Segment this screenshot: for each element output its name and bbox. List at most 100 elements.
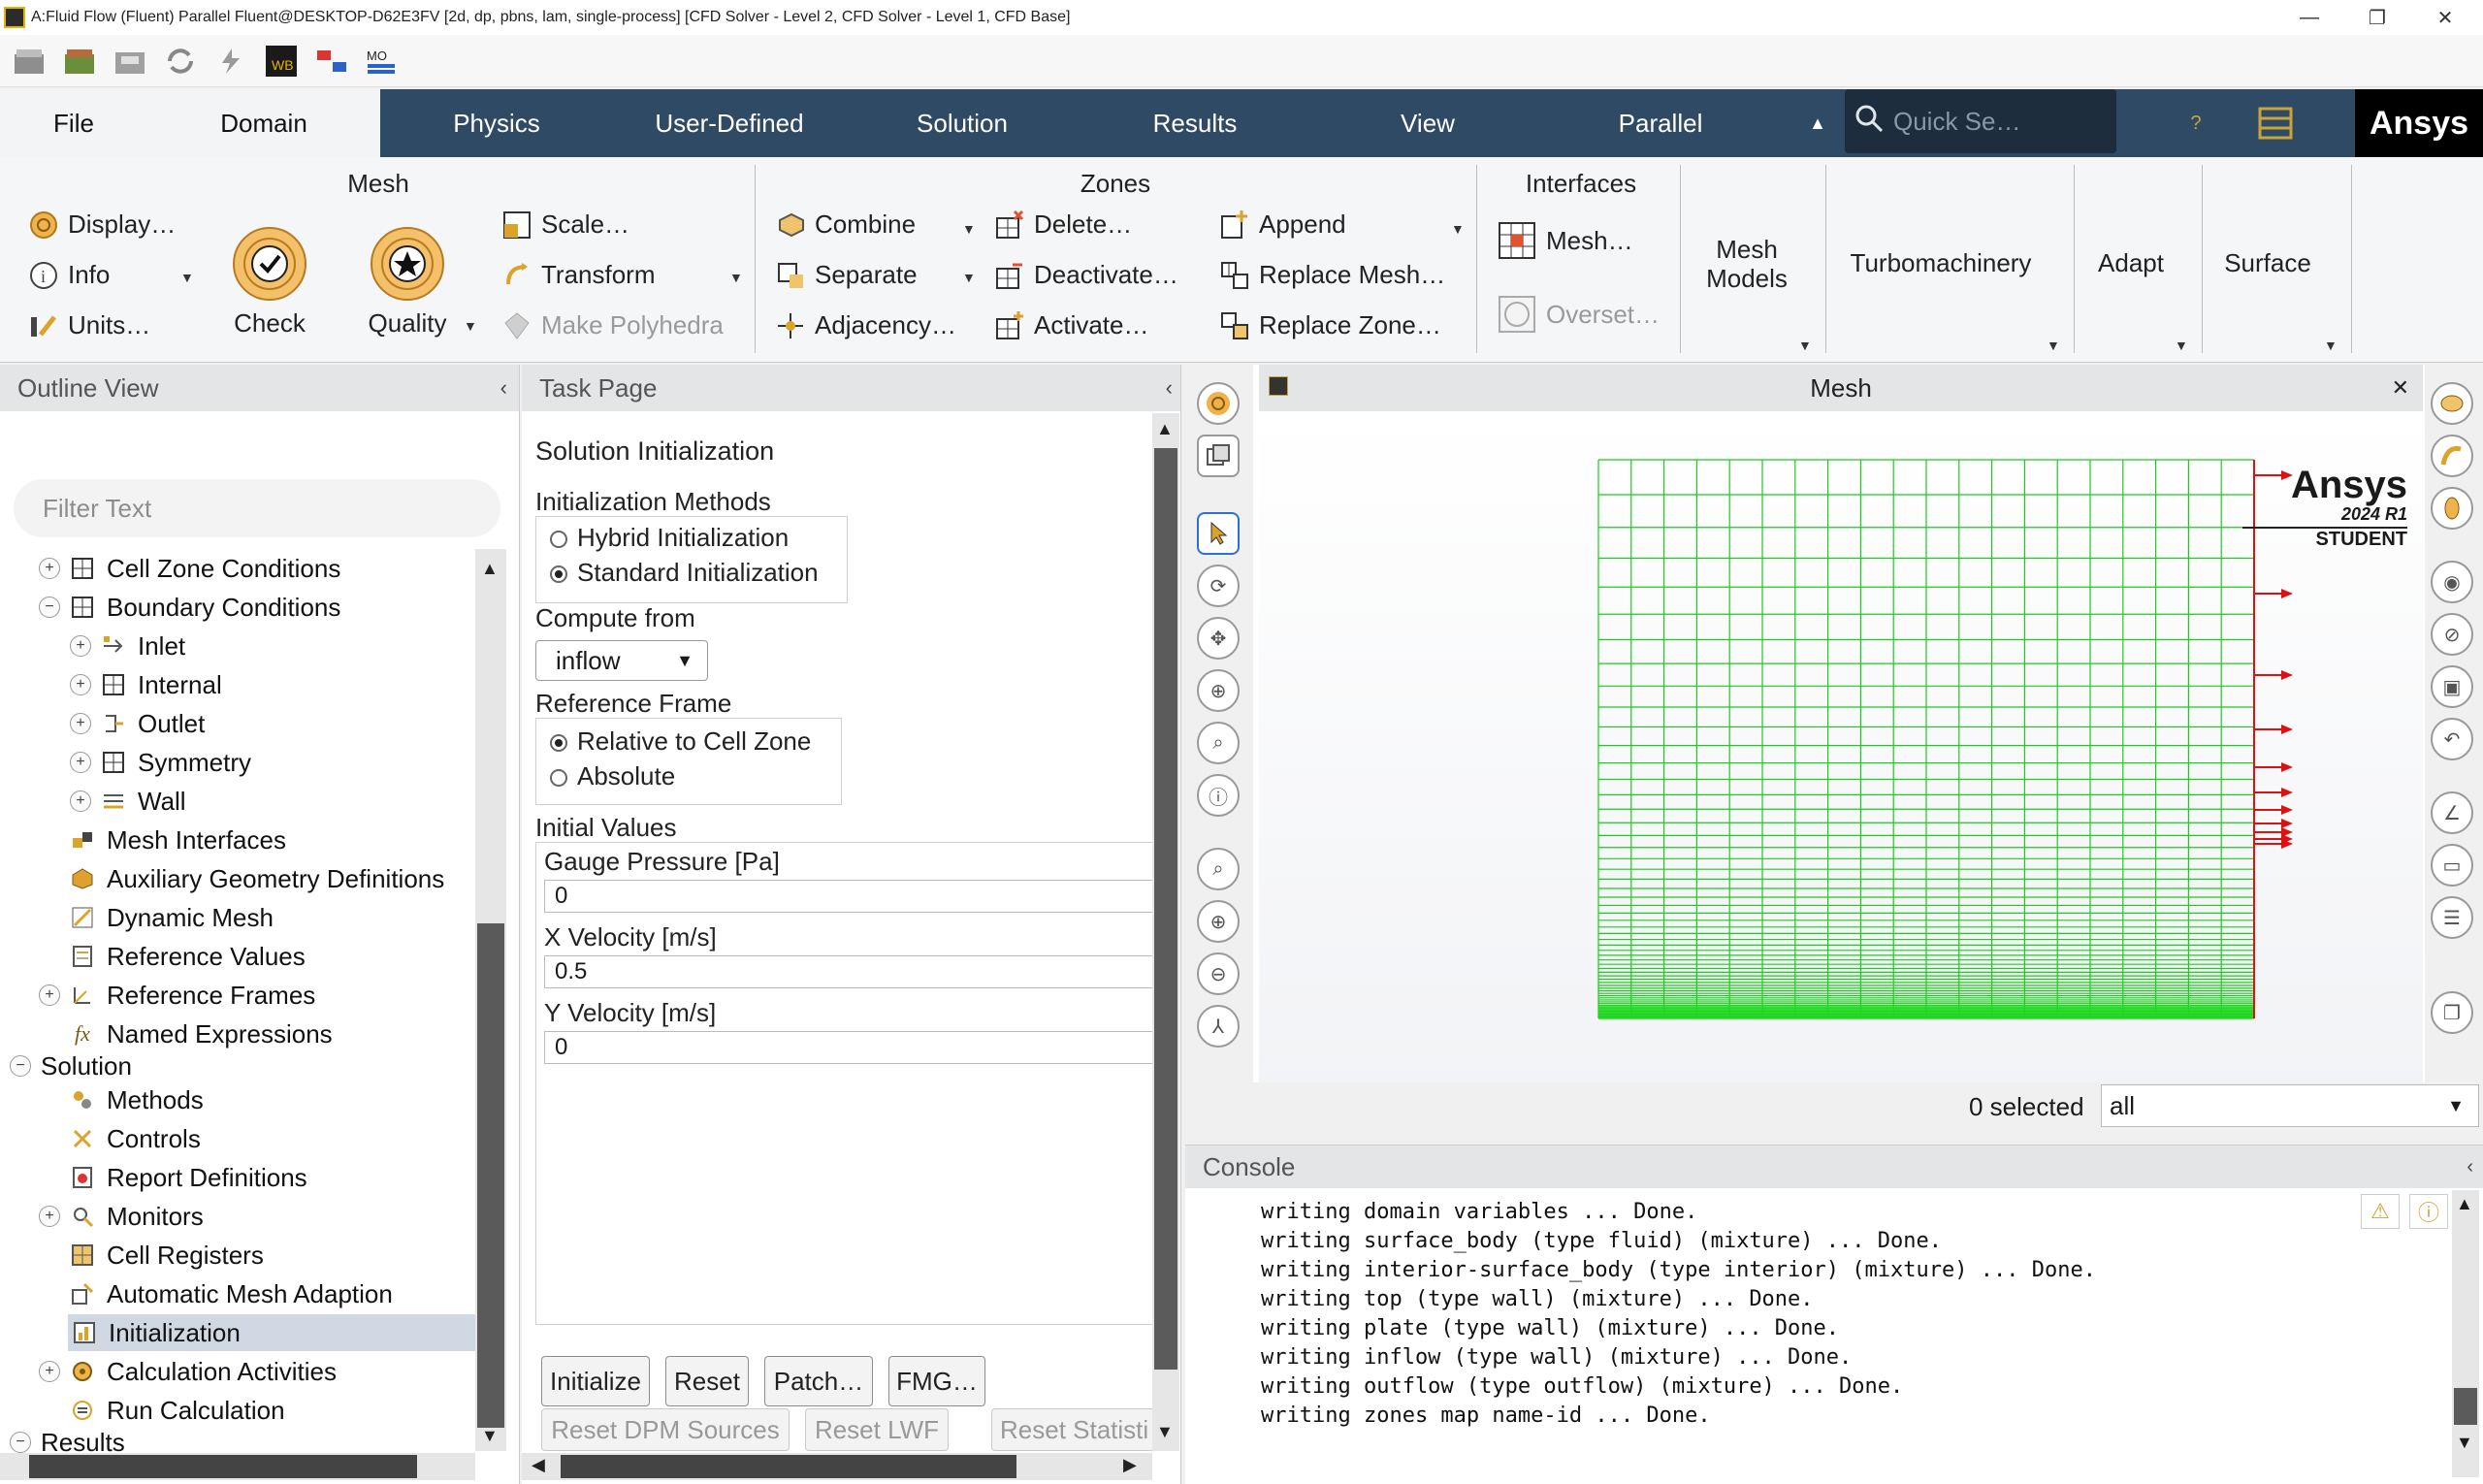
colormap-icon[interactable]: ▭ xyxy=(2431,844,2473,887)
scroll-left-icon[interactable]: ◀ xyxy=(532,1455,545,1475)
tab-view[interactable]: View xyxy=(1311,89,1544,157)
mesh-display-icon[interactable] xyxy=(1197,382,1240,425)
outline-scrollbar[interactable]: ▲ ▼ xyxy=(475,549,506,1451)
replace-mesh-button[interactable]: Replace Mesh… xyxy=(1220,260,1445,290)
check-button[interactable]: Check xyxy=(221,225,318,339)
axes-icon[interactable]: ⅄ xyxy=(1197,1005,1240,1048)
combine-dropdown-icon[interactable]: ▼ xyxy=(962,221,976,237)
scroll-up-icon[interactable]: ▲ xyxy=(2456,1194,2473,1214)
expand-icon[interactable]: + xyxy=(70,635,91,657)
tree-item-reference-frames[interactable]: + Reference Frames xyxy=(39,977,315,1014)
relative-to-cell-zone-radio[interactable]: Relative to Cell Zone xyxy=(550,726,811,757)
display-button[interactable]: Display… xyxy=(29,210,176,240)
select-pointer-icon[interactable] xyxy=(1197,512,1240,555)
mesh-models-dropdown-icon[interactable]: ▼ xyxy=(1798,338,1812,353)
read-case-icon[interactable] xyxy=(10,42,48,81)
collapse-icon[interactable]: − xyxy=(10,1432,31,1453)
quality-button[interactable]: Quality xyxy=(359,225,456,339)
tree-item-initialization[interactable]: Initialization xyxy=(68,1314,475,1351)
warning-icon[interactable]: ⚠ xyxy=(2361,1194,2400,1229)
refresh-icon[interactable] xyxy=(161,42,200,81)
surface-button[interactable]: Surface xyxy=(2208,248,2328,278)
transform-dropdown-icon[interactable]: ▼ xyxy=(729,270,743,285)
contour-icon[interactable] xyxy=(2431,382,2473,425)
gauge-pressure-input[interactable]: 0 xyxy=(544,880,1165,913)
surface-dropdown-icon[interactable]: ▼ xyxy=(2324,338,2338,353)
initialize-button[interactable]: Initialize xyxy=(541,1356,650,1406)
units-button[interactable]: Units… xyxy=(29,310,150,340)
append-dropdown-icon[interactable]: ▼ xyxy=(1451,221,1465,237)
maximize-button[interactable]: ❐ xyxy=(2343,0,2411,35)
tab-domain[interactable]: Domain xyxy=(147,89,380,157)
pathline-icon[interactable] xyxy=(2431,487,2473,530)
selection-filter-select[interactable]: all ▼ xyxy=(2101,1084,2479,1127)
expand-icon[interactable]: + xyxy=(39,1361,60,1382)
tree-item-monitors[interactable]: + Monitors xyxy=(39,1198,204,1235)
transform-button[interactable]: Transform xyxy=(502,260,656,290)
graphics-canvas[interactable]: Ansys 2024 R1 STUDENT xyxy=(1259,411,2423,1082)
info-icon[interactable]: ⓘ xyxy=(2409,1194,2448,1229)
collapse-icon[interactable]: − xyxy=(39,597,60,618)
reset-button[interactable]: Reset xyxy=(665,1356,749,1406)
adapt-button[interactable]: Adapt xyxy=(2078,248,2184,278)
standard-init-radio[interactable]: Standard Initialization xyxy=(550,558,819,588)
turbomachinery-button[interactable]: Turbomachinery xyxy=(1829,248,2052,278)
zoom-in-icon[interactable]: ⊕ xyxy=(1197,900,1240,943)
x-velocity-input[interactable]: 0.5 xyxy=(544,955,1165,988)
probe-icon[interactable]: ⓘ xyxy=(1197,774,1240,817)
tree-item-solution[interactable]: − Solution xyxy=(10,1048,132,1084)
expand-icon[interactable]: + xyxy=(70,713,91,734)
tree-item-controls[interactable]: Controls xyxy=(39,1120,201,1157)
expand-icon[interactable]: + xyxy=(70,790,91,812)
collapse-ribbon-icon[interactable]: ▲ xyxy=(1796,89,1839,157)
parallel-icon[interactable] xyxy=(312,42,351,81)
lightning-icon[interactable] xyxy=(211,42,250,81)
scroll-down-icon[interactable]: ▼ xyxy=(1156,1422,1174,1442)
tree-item-symmetry[interactable]: + Symmetry xyxy=(70,744,251,781)
deactivate-button[interactable]: Deactivate… xyxy=(995,260,1178,290)
tree-item-wall[interactable]: + Wall xyxy=(70,783,186,820)
quality-dropdown-icon[interactable]: ▼ xyxy=(464,318,477,334)
scale-button[interactable]: Scale… xyxy=(502,210,629,240)
plot-icon[interactable]: ∠ xyxy=(2431,791,2473,834)
compute-from-select[interactable]: inflow ▼ xyxy=(535,640,708,681)
tab-solution[interactable]: Solution xyxy=(846,89,1079,157)
combine-button[interactable]: Combine xyxy=(776,210,916,240)
task-scroll-thumb[interactable] xyxy=(1154,448,1177,1370)
make-polyhedra-button[interactable]: Make Polyhedra xyxy=(502,310,724,340)
expand-icon[interactable]: + xyxy=(39,984,60,1006)
delete-zone-button[interactable]: Delete… xyxy=(995,210,1132,240)
expand-icon[interactable]: + xyxy=(39,558,60,579)
undo-view-icon[interactable]: ↶ xyxy=(2431,718,2473,760)
tab-user-defined[interactable]: User-Defined xyxy=(613,89,846,157)
expand-icon[interactable]: + xyxy=(70,674,91,695)
tree-item-auxiliary-geometry[interactable]: Auxiliary Geometry Definitions xyxy=(39,860,444,897)
tree-item-boundary-conditions[interactable]: − Boundary Conditions xyxy=(39,589,340,626)
overset-button[interactable]: Overset… xyxy=(1498,295,1660,334)
fit-to-window-icon[interactable]: ⌕ xyxy=(1197,848,1240,890)
separate-dropdown-icon[interactable]: ▼ xyxy=(962,270,976,285)
console-scrollbar[interactable]: ▲ ▼ xyxy=(2452,1190,2479,1477)
task-page-hscrollbar[interactable]: ◀ ▶ xyxy=(522,1453,1152,1480)
filter-text-input[interactable]: Filter Text xyxy=(14,479,500,537)
expand-icon[interactable]: + xyxy=(39,1206,60,1227)
tree-item-inlet[interactable]: + Inlet xyxy=(70,628,185,664)
separate-button[interactable]: Separate xyxy=(776,260,918,290)
info-dropdown-icon[interactable]: ▼ xyxy=(180,270,194,285)
tab-physics[interactable]: Physics xyxy=(380,89,613,157)
y-velocity-input[interactable]: 0 xyxy=(544,1031,1165,1064)
tab-results[interactable]: Results xyxy=(1079,89,1311,157)
task-hscroll-thumb[interactable] xyxy=(561,1455,1016,1478)
scroll-up-icon[interactable]: ▲ xyxy=(1156,419,1174,439)
console-scroll-thumb[interactable] xyxy=(2454,1388,2477,1425)
minimize-button[interactable]: — xyxy=(2275,0,2343,35)
scroll-up-icon[interactable]: ▲ xyxy=(481,559,499,579)
patch-button[interactable]: Patch… xyxy=(764,1356,873,1406)
view-icon[interactable]: ◉ xyxy=(2431,561,2473,603)
tree-item-report-definitions[interactable]: Report Definitions xyxy=(39,1159,307,1196)
tree-item-mesh-interfaces[interactable]: Mesh Interfaces xyxy=(39,822,286,858)
pan-icon[interactable]: ✥ xyxy=(1197,617,1240,660)
tree-item-dynamic-mesh[interactable]: Dynamic Mesh xyxy=(39,899,274,936)
mo-icon[interactable]: MO xyxy=(363,42,402,81)
close-button[interactable]: ✕ xyxy=(2411,0,2479,35)
